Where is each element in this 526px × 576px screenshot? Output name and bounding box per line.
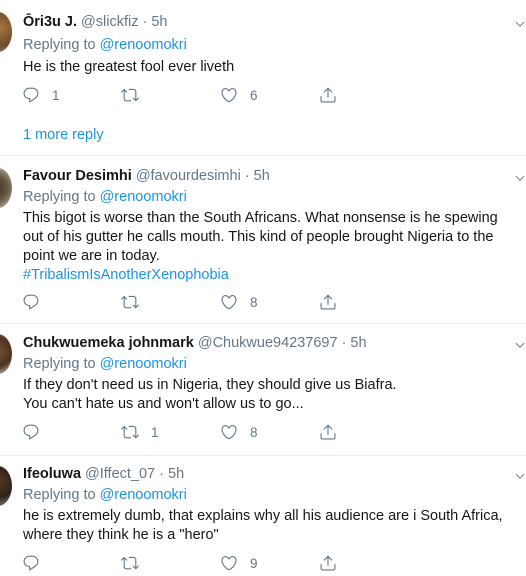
replying-to: Replying to @renoomokri	[23, 37, 187, 53]
tweet-header: Favour Desimhi @favourdesimhi · 5h	[23, 168, 270, 184]
heart-icon	[220, 293, 238, 311]
reply-icon	[22, 86, 40, 104]
user-handle[interactable]: @Chukwue94237697	[198, 335, 338, 351]
display-name[interactable]: Favour Desimhi	[23, 168, 132, 184]
divider	[0, 155, 526, 156]
tweet-header: Ifeoluwa @Iffect_07 · 5h	[23, 466, 184, 482]
heart-icon	[220, 86, 238, 104]
retweet-icon	[121, 293, 139, 311]
tweet-text-line: He is the greatest fool ever liveth	[23, 59, 235, 75]
reply-button[interactable]	[22, 423, 40, 441]
reply-icon	[22, 423, 40, 441]
like-count: 9	[250, 555, 258, 571]
share-button[interactable]	[319, 293, 337, 311]
retweet-button[interactable]	[121, 293, 139, 311]
avatar[interactable]	[0, 334, 12, 374]
share-icon	[319, 554, 337, 572]
timestamp[interactable]: · 5h	[245, 168, 270, 184]
retweet-icon	[121, 554, 139, 572]
mention-link[interactable]: @renoomokri	[100, 189, 187, 205]
retweet-button[interactable]: 1	[121, 423, 159, 441]
user-handle[interactable]: @slickfiz	[81, 14, 138, 30]
like-button[interactable]: 6	[220, 86, 258, 104]
reply-button[interactable]: 1	[22, 86, 60, 104]
tweet-text: If they don't need us in Nigeria, they s…	[23, 376, 397, 414]
timestamp[interactable]: · 5h	[342, 335, 367, 351]
chevron-down-icon[interactable]	[514, 339, 526, 351]
replying-to: Replying to @renoomokri	[23, 487, 187, 503]
reply-button[interactable]	[22, 554, 40, 572]
timestamp[interactable]: · 5h	[142, 14, 167, 30]
avatar[interactable]	[0, 12, 12, 52]
replying-to: Replying to @renoomokri	[23, 356, 187, 372]
reply-button[interactable]	[22, 293, 40, 311]
retweet-icon	[121, 423, 139, 441]
like-count: 8	[250, 424, 258, 440]
replying-to-label: Replying to	[23, 189, 100, 205]
reply-icon	[22, 293, 40, 311]
avatar[interactable]	[0, 466, 12, 506]
chevron-down-icon[interactable]	[514, 18, 526, 30]
like-button[interactable]: 8	[220, 293, 258, 311]
user-handle[interactable]: @favourdesimhi	[136, 168, 241, 184]
reply-icon	[22, 554, 40, 572]
tweet-text-line: This bigot is worse than the South Afric…	[23, 210, 498, 226]
like-count: 6	[250, 87, 258, 103]
more-replies-link[interactable]: 1 more reply	[23, 127, 104, 143]
mention-link[interactable]: @renoomokri	[100, 356, 187, 372]
replying-to-label: Replying to	[23, 487, 100, 503]
share-button[interactable]	[319, 554, 337, 572]
like-count: 8	[250, 294, 258, 310]
retweet-button[interactable]	[121, 554, 139, 572]
tweet-text-line: You can't hate us and won't allow us to …	[23, 396, 304, 412]
mention-link[interactable]: @renoomokri	[100, 487, 187, 503]
tweet-text-line: he is extremely dumb, that explains why …	[23, 508, 503, 524]
share-icon	[319, 293, 337, 311]
heart-icon	[220, 423, 238, 441]
replying-to-label: Replying to	[23, 356, 100, 372]
replying-to-label: Replying to	[23, 37, 100, 53]
like-button[interactable]: 9	[220, 554, 258, 572]
like-button[interactable]: 8	[220, 423, 258, 441]
share-icon	[319, 423, 337, 441]
tweet-header: Ōri3u J. @slickfiz · 5h	[23, 14, 167, 30]
tweet-text-line: If they don't need us in Nigeria, they s…	[23, 377, 397, 393]
timestamp[interactable]: · 5h	[159, 466, 184, 482]
reply-count: 1	[52, 87, 60, 103]
tweet-text: This bigot is worse than the South Afric…	[23, 209, 498, 285]
divider	[0, 323, 526, 324]
chevron-down-icon[interactable]	[514, 470, 526, 482]
retweet-count: 1	[151, 424, 159, 440]
user-handle[interactable]: @Iffect_07	[85, 466, 155, 482]
hashtag-link[interactable]: #TribalismIsAnotherXenophobia	[23, 266, 498, 285]
mention-link[interactable]: @renoomokri	[100, 37, 187, 53]
heart-icon	[220, 554, 238, 572]
retweet-button[interactable]	[121, 86, 139, 104]
display-name[interactable]: Chukwuemeka johnmark	[23, 335, 194, 351]
tweet-text-line: where they think he is a "hero"	[23, 527, 219, 543]
retweet-icon	[121, 86, 139, 104]
tweet-text-line: out of his gutter he calls mouth. This k…	[23, 229, 494, 245]
display-name[interactable]: Ōri3u J.	[23, 14, 77, 30]
display-name[interactable]: Ifeoluwa	[23, 466, 81, 482]
share-icon	[319, 86, 337, 104]
chevron-down-icon[interactable]	[514, 172, 526, 184]
tweet-text: He is the greatest fool ever liveth	[23, 58, 234, 77]
replying-to: Replying to @renoomokri	[23, 189, 187, 205]
share-button[interactable]	[319, 86, 337, 104]
tweet-text-line: point we are in today.	[23, 248, 160, 264]
divider	[0, 455, 526, 456]
tweet-text: he is extremely dumb, that explains why …	[23, 507, 503, 545]
share-button[interactable]	[319, 423, 337, 441]
avatar[interactable]	[0, 168, 12, 208]
tweet-header: Chukwuemeka johnmark @Chukwue94237697 · …	[23, 335, 367, 351]
